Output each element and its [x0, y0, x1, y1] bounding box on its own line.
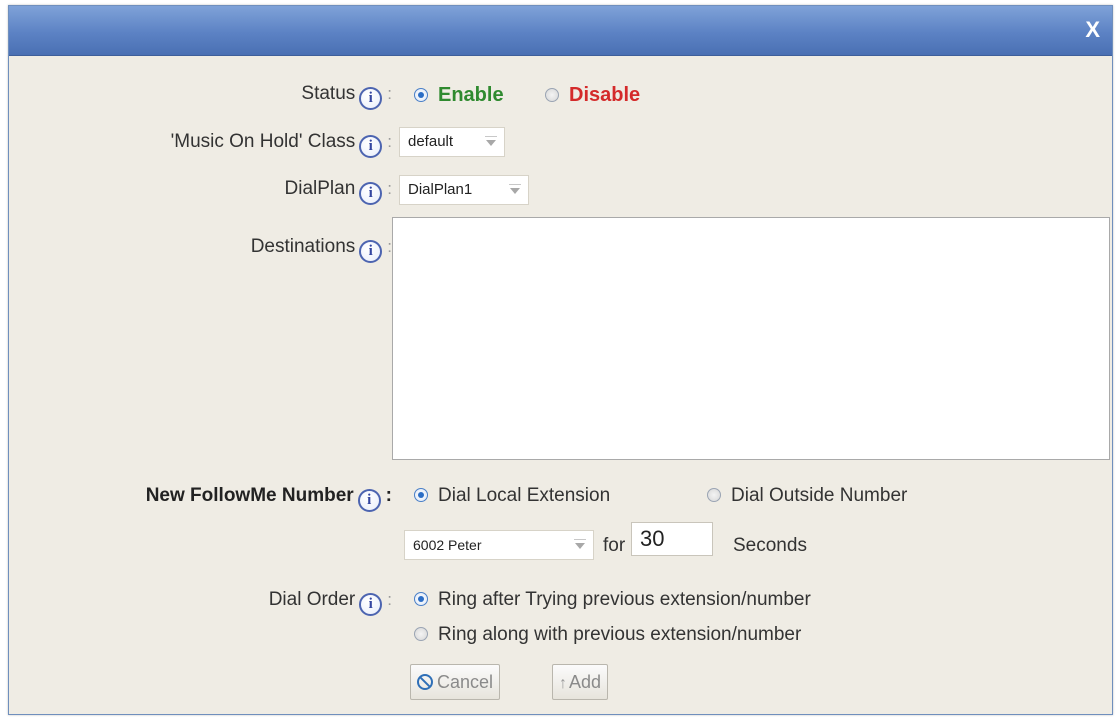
- dial-order-label-row: Dial Order i:: [269, 589, 392, 616]
- dialog-titlebar: X: [9, 6, 1112, 56]
- chevron-down-icon: [509, 184, 521, 194]
- ring-after-option[interactable]: Ring after Trying previous extension/num…: [414, 589, 811, 611]
- ring-along-radio[interactable]: [414, 627, 428, 641]
- status-label: Status: [301, 83, 356, 104]
- for-label: for: [603, 535, 626, 556]
- extension-value: 6002 Peter: [413, 537, 482, 553]
- dial-local-extension-option[interactable]: Dial Local Extension: [414, 485, 610, 507]
- info-icon[interactable]: i: [359, 87, 383, 110]
- info-icon[interactable]: i: [359, 240, 383, 263]
- status-enable-option[interactable]: Enable: [414, 84, 504, 107]
- ring-after-radio[interactable]: [414, 592, 428, 606]
- info-icon[interactable]: i: [359, 135, 383, 158]
- dial-outside-number-label: Dial Outside Number: [731, 485, 908, 506]
- info-icon[interactable]: i: [359, 182, 383, 205]
- dial-local-extension-label: Dial Local Extension: [438, 485, 611, 506]
- dialplan-select[interactable]: DialPlan1: [399, 175, 529, 205]
- dial-outside-number-option[interactable]: Dial Outside Number: [707, 485, 907, 507]
- dial-local-extension-radio[interactable]: [414, 488, 428, 502]
- cancel-button-label: Cancel: [437, 672, 494, 692]
- cancel-icon: [417, 674, 433, 690]
- status-enable-label: Enable: [438, 84, 504, 106]
- status-label-row: Status i:: [301, 83, 392, 110]
- destinations-label: Destinations: [250, 236, 356, 257]
- seconds-label: Seconds: [733, 535, 807, 556]
- dial-order-label: Dial Order: [268, 589, 356, 610]
- add-button[interactable]: ↑ Add: [552, 664, 609, 700]
- moh-label: 'Music On Hold' Class: [170, 131, 356, 152]
- info-icon[interactable]: i: [359, 593, 383, 616]
- destinations-list[interactable]: [392, 217, 1110, 460]
- dial-outside-number-radio[interactable]: [707, 488, 721, 502]
- status-disable-option[interactable]: Disable: [545, 84, 640, 107]
- moh-class-select[interactable]: default: [399, 127, 505, 157]
- chevron-down-icon: [574, 539, 586, 549]
- ring-along-label: Ring along with previous extension/numbe…: [438, 624, 802, 645]
- info-icon[interactable]: i: [357, 489, 381, 512]
- dialplan-label-row: DialPlan i:: [284, 178, 392, 205]
- followme-label-row: New FollowMe Number i:: [146, 485, 392, 512]
- add-button-label: Add: [569, 672, 602, 692]
- dialplan-label: DialPlan: [284, 178, 356, 199]
- moh-class-value: default: [408, 133, 454, 150]
- chevron-down-icon: [485, 136, 497, 146]
- ring-after-label: Ring after Trying previous extension/num…: [438, 589, 811, 610]
- cancel-button[interactable]: Cancel: [410, 664, 501, 700]
- status-enable-radio[interactable]: [414, 88, 428, 102]
- ring-along-option[interactable]: Ring along with previous extension/numbe…: [414, 624, 801, 646]
- destinations-label-row: Destinations i:: [251, 236, 392, 263]
- status-disable-radio[interactable]: [545, 88, 559, 102]
- status-disable-label: Disable: [569, 84, 641, 106]
- seconds-input[interactable]: 30: [631, 522, 713, 556]
- close-icon[interactable]: X: [1085, 17, 1100, 43]
- followme-label: New FollowMe Number: [145, 485, 354, 506]
- up-arrow-icon: ↑: [559, 675, 567, 692]
- moh-label-row: 'Music On Hold' Class i:: [171, 131, 392, 158]
- dialplan-value: DialPlan1: [408, 181, 473, 198]
- extension-select[interactable]: 6002 Peter: [404, 530, 594, 560]
